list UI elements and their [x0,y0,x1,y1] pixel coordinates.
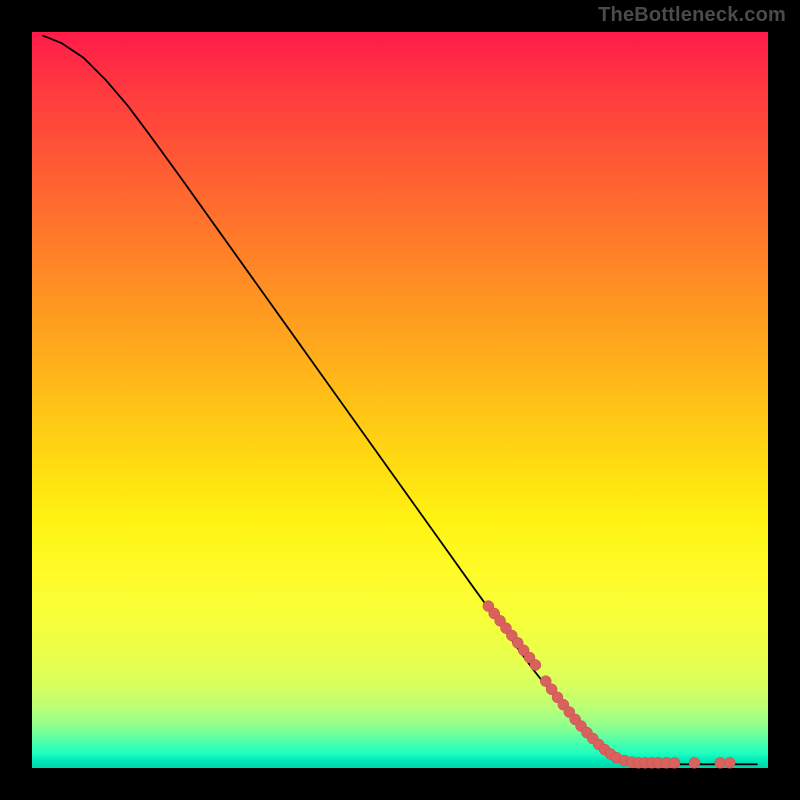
plot-area [32,32,768,768]
data-points [483,601,735,769]
curve-line [43,36,757,765]
watermark-label: TheBottleneck.com [598,4,786,27]
chart-container: TheBottleneck.com [0,0,800,800]
data-point [669,757,680,768]
data-point [689,757,700,768]
data-point [530,659,541,670]
data-point [724,757,735,768]
chart-svg [32,32,768,768]
